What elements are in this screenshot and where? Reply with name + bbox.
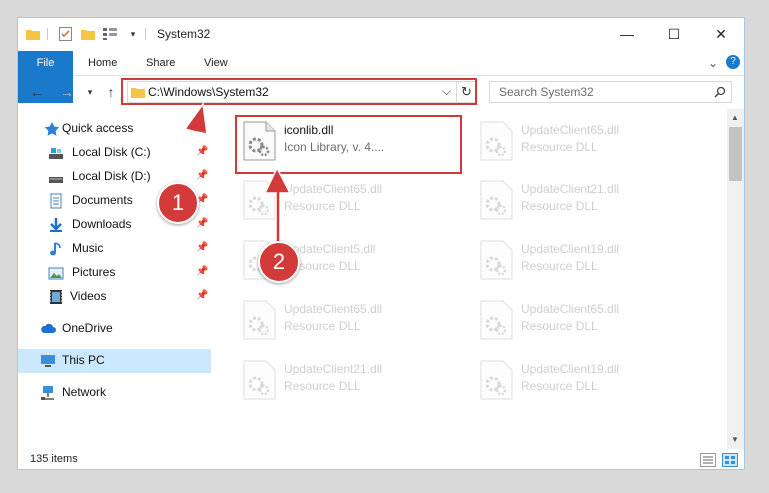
- step-1-badge: 1: [157, 182, 199, 224]
- step-2-badge: 2: [258, 241, 300, 283]
- annotation-arrows: [180, 102, 292, 243]
- arrow-2: [263, 166, 292, 243]
- arrow-1: [180, 102, 208, 187]
